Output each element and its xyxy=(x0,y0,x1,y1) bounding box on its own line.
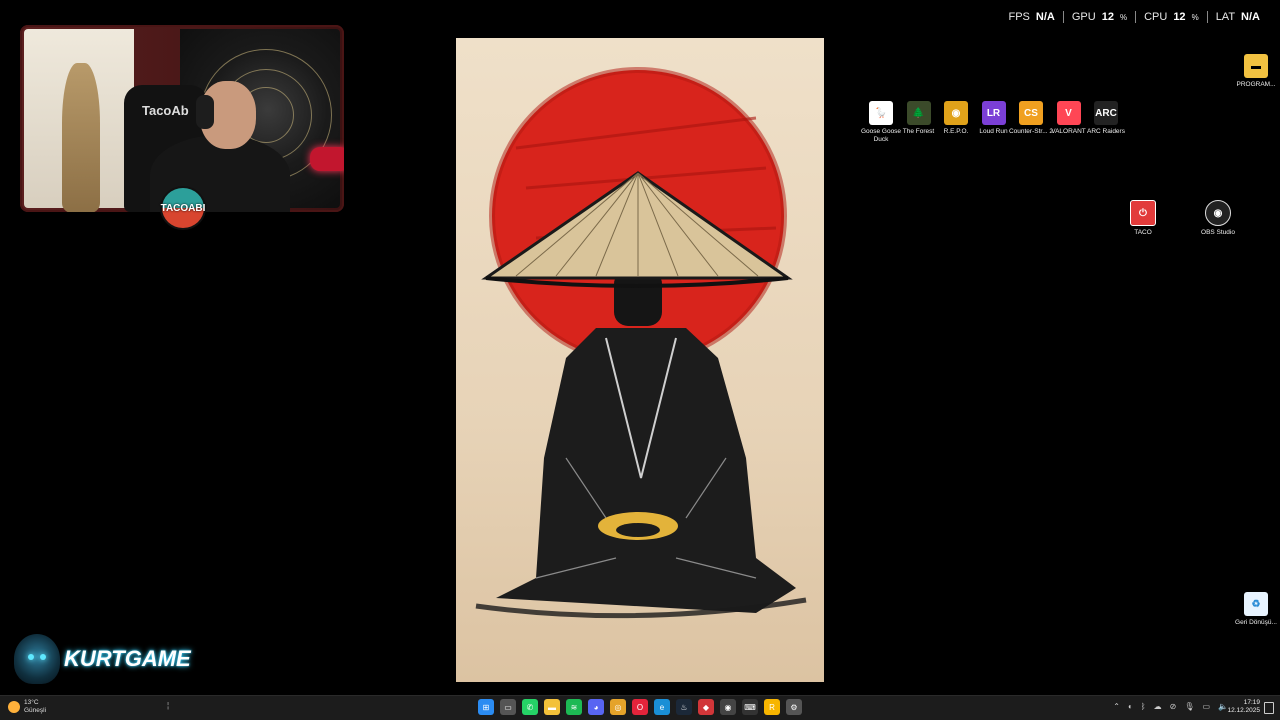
spotify-icon[interactable]: ≋ xyxy=(566,699,582,715)
clock[interactable]: 17:19 12.12.2025 xyxy=(1227,699,1260,715)
latency-value: N/A xyxy=(1241,11,1260,23)
valorant-icon: V xyxy=(1056,101,1081,125)
desktop-shortcut-label: Loud Run xyxy=(979,128,1008,135)
counter-strike-icon: CS xyxy=(1019,101,1043,125)
headset-icon xyxy=(196,95,214,129)
kurtgame-logo-text: KURTGAME xyxy=(64,646,191,671)
taskbar-apps: ⊞ ▭ ✆ ▬ ≋ ◕ ◎ Oe ♨ ◆ ◉ ⌨ R ⚙ xyxy=(478,699,802,715)
chevron-up-icon[interactable]: ⌃ xyxy=(1113,702,1120,711)
steam-icon[interactable]: ♨ xyxy=(676,699,692,715)
wolf-icon xyxy=(14,634,60,684)
notification-icon[interactable] xyxy=(1264,702,1274,714)
latency-stat: LAT N/A xyxy=(1206,11,1268,23)
chrome-icon[interactable]: ◎ xyxy=(610,699,626,715)
cpu-stat: CPU 12% xyxy=(1135,11,1207,23)
performance-overlay: FPS N/A GPU 12% CPU 12% LAT N/A xyxy=(1001,11,1269,23)
weather-temperature: 13°C xyxy=(24,699,39,706)
webcam-statue xyxy=(62,63,100,212)
chair-logo-text: TacoAb xyxy=(142,103,189,118)
fps-label: FPS xyxy=(1008,11,1030,23)
cpu-unit: % xyxy=(1191,12,1199,22)
opera-icon[interactable]: O xyxy=(632,699,648,715)
arc-raiders-icon: ARC xyxy=(1094,101,1118,125)
obs-studio-label: OBS Studio xyxy=(1201,229,1235,236)
taco-label: TACO xyxy=(1134,229,1152,236)
gamebar-icon[interactable]: ⌨ xyxy=(742,699,758,715)
taco-shortcut[interactable]: ⏻ TACO xyxy=(1120,200,1166,237)
goose-goose-duck-icon: 🪿 xyxy=(869,101,893,125)
edge-icon[interactable]: e xyxy=(654,699,670,715)
microphone-icon xyxy=(310,147,344,171)
obs-studio-shortcut[interactable]: ◉ OBS Studio xyxy=(1195,200,1241,237)
weather-widget[interactable]: 13°C Güneşli xyxy=(8,699,46,715)
samurai-wallpaper xyxy=(456,38,824,682)
bluetooth-icon[interactable]: ᛒ xyxy=(1141,702,1146,711)
webcam-overlay: TacoAb xyxy=(20,25,344,212)
desktop-shortcut-label: VALORANT xyxy=(1051,128,1086,135)
program-folder-shortcut[interactable]: ▬ PROGRAM... xyxy=(1233,54,1279,89)
latency-label: LAT xyxy=(1215,11,1236,23)
recycle-bin-label: Geri Dönüşü... xyxy=(1235,619,1277,626)
loud-run-icon: LR xyxy=(981,101,1006,125)
tray-muted-icon[interactable]: ⊘ xyxy=(1170,702,1177,711)
program-folder-label: PROGRAM... xyxy=(1236,81,1276,88)
weather-description: Güneşli xyxy=(24,707,47,714)
network-icon[interactable]: ▭ xyxy=(1202,702,1210,711)
recycle-bin-icon: ♻ xyxy=(1244,592,1268,616)
gpu-stat: GPU 12% xyxy=(1062,11,1135,23)
samurai-illustration xyxy=(475,67,807,619)
task-view-icon[interactable]: ▭ xyxy=(500,699,516,715)
gpu-label: GPU xyxy=(1071,11,1096,23)
clock-date: 12.12.2025 xyxy=(1227,707,1260,714)
desktop-shortcut-label: ARC Raiders xyxy=(1087,128,1125,135)
file-explorer-icon[interactable]: ▬ xyxy=(544,699,560,715)
cpu-label: CPU xyxy=(1144,11,1168,23)
riot-icon[interactable]: ◆ xyxy=(698,699,714,715)
settings-icon[interactable]: ⚙ xyxy=(786,699,802,715)
gpu-value: 12 xyxy=(1101,11,1114,23)
streamer-badge: TACOABI xyxy=(160,186,206,230)
repo-icon: ◉ xyxy=(944,101,968,125)
tray-app-icon[interactable]: ◐ xyxy=(1128,702,1133,711)
system-tray: ⌃ ◐ ᛒ ☁ ⊘ 🎙 ▭ 🔈 xyxy=(1113,702,1228,711)
recycle-bin-shortcut[interactable]: ♻ Geri Dönüşü... xyxy=(1233,592,1279,627)
tray-mic-icon[interactable]: 🎙 xyxy=(1184,702,1194,711)
whatsapp-icon[interactable]: ✆ xyxy=(522,699,538,715)
fps-stat: FPS N/A xyxy=(1001,11,1063,23)
cpu-value: 12 xyxy=(1173,11,1186,23)
desktop-shortcut-label: The Forest xyxy=(902,128,935,135)
desktop-shortcut-label: R.E.P.O. xyxy=(943,128,969,135)
power-icon: ⏻ xyxy=(1130,200,1156,226)
clock-time: 17:19 xyxy=(1243,699,1260,706)
gpu-unit: % xyxy=(1119,12,1128,22)
sun-icon xyxy=(8,701,20,713)
obs-taskbar-icon[interactable]: ◉ xyxy=(720,699,736,715)
taskbar: 13°C Güneşli ¦ ⊞ ▭ ✆ ▬ ≋ ◕ ◎ Oe ♨ ◆ ◉ ⌨ R ⚙ ⌃ ◐ ᛒ ☁ ⊘… xyxy=(0,695,1280,720)
desktop-shortcut-arc-raiders[interactable]: ARC ARC Raiders xyxy=(1083,101,1129,136)
rockstar-icon[interactable]: R xyxy=(764,699,780,715)
start-icon[interactable]: ⊞ xyxy=(478,699,494,715)
tray-cloud-icon[interactable]: ☁ xyxy=(1154,702,1162,711)
taskbar-separator: ¦ xyxy=(167,701,170,710)
obs-icon: ◉ xyxy=(1205,200,1231,226)
folder-icon: ▬ xyxy=(1244,54,1268,78)
fps-value: N/A xyxy=(1035,11,1055,23)
the-forest-icon: 🌲 xyxy=(906,101,931,125)
kurtgame-logo: KURTGAME xyxy=(14,634,191,684)
discord-icon[interactable]: ◕ xyxy=(588,699,604,715)
